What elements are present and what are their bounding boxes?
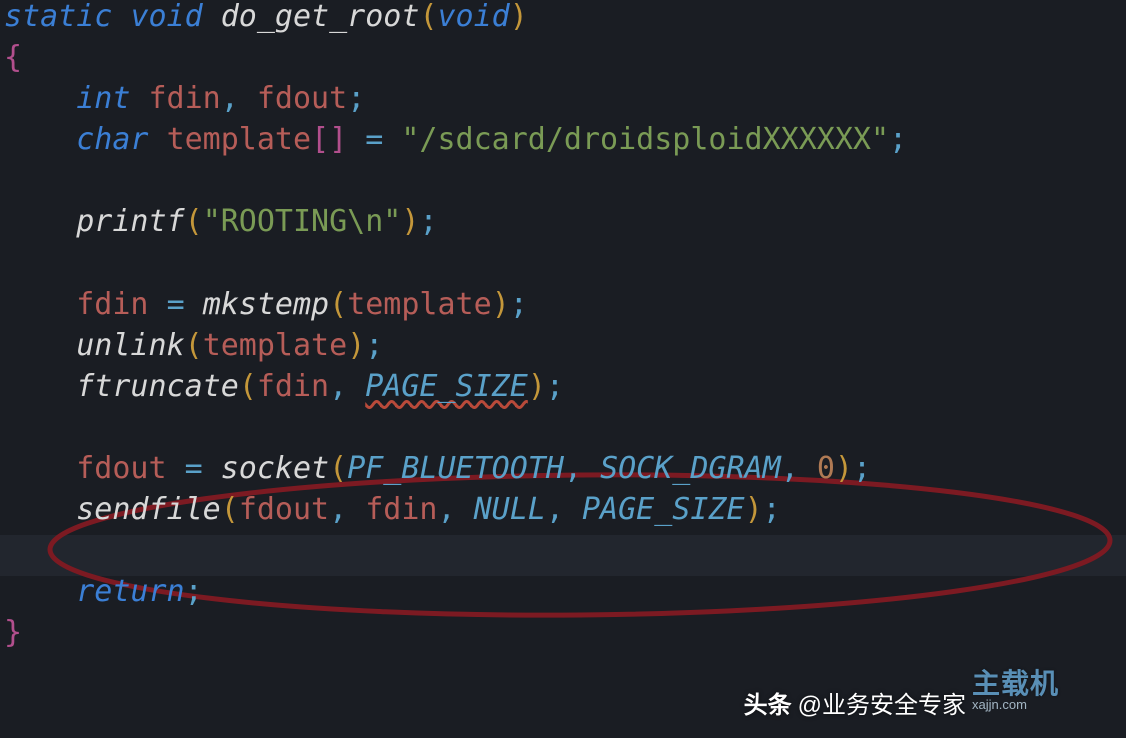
tok-var: template xyxy=(347,287,492,322)
tok-const: PAGE_SIZE xyxy=(582,492,745,527)
tok-func: mkstemp xyxy=(203,287,329,322)
tok-var: template xyxy=(167,122,312,157)
tok-var: fdout xyxy=(239,492,329,527)
tok-brace: } xyxy=(4,615,22,650)
tok-var: fdin xyxy=(365,492,437,527)
tok-keyword: char xyxy=(76,122,148,157)
tok-func: unlink xyxy=(76,328,184,363)
tok-keyword: static xyxy=(4,0,112,34)
tok-keyword: void xyxy=(130,0,202,34)
tok-func: do_get_root xyxy=(221,0,420,34)
watermark-site-url: xajjn.com xyxy=(972,698,1122,712)
tok-var: fdin xyxy=(257,369,329,404)
tok-keyword: int xyxy=(76,81,130,116)
tok-var: fdout xyxy=(257,81,347,116)
tok-var: template xyxy=(203,328,348,363)
tok-string: "ROOTING\n" xyxy=(203,204,402,239)
tok-keyword: void xyxy=(438,0,510,34)
tok-paren: ) xyxy=(510,0,528,34)
tok-func: socket xyxy=(221,451,329,486)
tok-const: NULL xyxy=(474,492,546,527)
watermark-user: @业务安全专家 xyxy=(798,692,966,719)
watermark-site-name: 主载机 xyxy=(972,670,1122,698)
tok-func: sendfile xyxy=(76,492,221,527)
tok-var: fdin xyxy=(149,81,221,116)
source-code: static void do_get_root(void) { int fdin… xyxy=(4,0,1126,654)
tok-const: SOCK_DGRAM xyxy=(600,451,781,486)
tok-const: PF_BLUETOOTH xyxy=(347,451,564,486)
tok-number: 0 xyxy=(817,451,835,486)
tok-var: fdin xyxy=(76,287,148,322)
watermark-label: 头条 xyxy=(744,692,792,719)
watermark-site: 主载机 xajjn.com xyxy=(972,670,1122,730)
code-block: static void do_get_root(void) { int fdin… xyxy=(4,0,1126,654)
tok-var: fdout xyxy=(76,451,166,486)
tok-func: printf xyxy=(76,204,184,239)
tok-func: ftruncate xyxy=(76,369,239,404)
tok-brace: { xyxy=(4,40,22,75)
tok-paren: ( xyxy=(419,0,437,34)
tok-keyword: return xyxy=(76,574,184,609)
watermark-toutiao: 头条@业务安全专家 xyxy=(744,685,966,720)
tok-string: "/sdcard/droidsploidXXXXXX" xyxy=(401,122,889,157)
tok-const: PAGE_SIZE xyxy=(365,369,528,404)
